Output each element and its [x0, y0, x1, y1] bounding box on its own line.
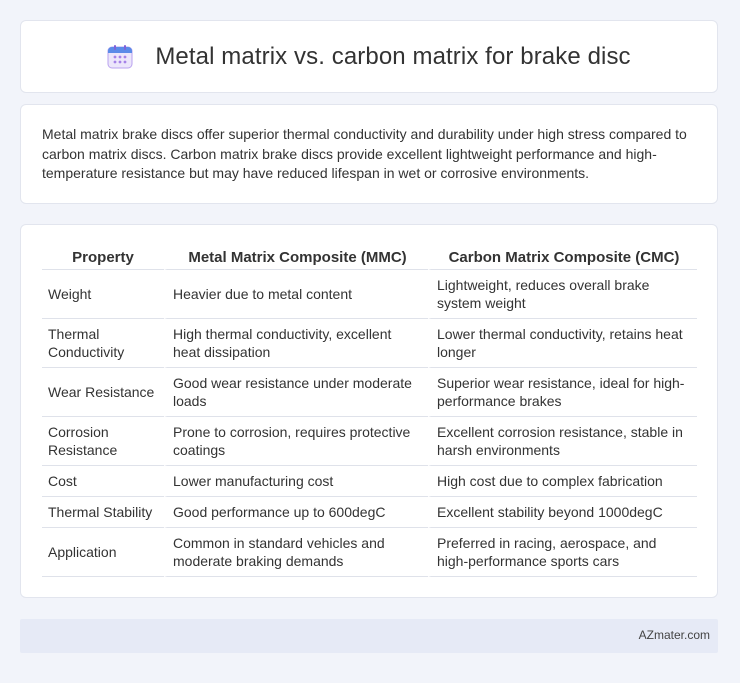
summary-card: Metal matrix brake discs offer superior … — [20, 104, 718, 204]
calendar-icon — [107, 44, 133, 69]
table-cell: Heavier due to metal content — [164, 270, 428, 319]
table-row: Cost Lower manufacturing cost High cost … — [42, 466, 697, 497]
table-row: Thermal Stability Good performance up to… — [42, 497, 697, 528]
table-cell: Excellent corrosion resistance, stable i… — [428, 417, 697, 466]
table-cell: Superior wear resistance, ideal for high… — [428, 368, 697, 417]
table-cell: Thermal Stability — [42, 497, 164, 528]
table-cell: Corrosion Resistance — [42, 417, 164, 466]
table-row: Corrosion Resistance Prone to corrosion,… — [42, 417, 697, 466]
table-cell: Weight — [42, 270, 164, 319]
table-cell: Wear Resistance — [42, 368, 164, 417]
page-title: Metal matrix vs. carbon matrix for brake… — [155, 42, 631, 70]
table-cell: Lightweight, reduces overall brake syste… — [428, 270, 697, 319]
table-row: Thermal Conductivity High thermal conduc… — [42, 319, 697, 368]
table-row: Wear Resistance Good wear resistance und… — [42, 368, 697, 417]
table-cell: High thermal conductivity, excellent hea… — [164, 319, 428, 368]
table-row: Weight Heavier due to metal content Ligh… — [42, 270, 697, 319]
column-header: Metal Matrix Composite (MMC) — [164, 242, 428, 270]
table-cell: High cost due to complex fabrication — [428, 466, 697, 497]
table-cell: Excellent stability beyond 1000degC — [428, 497, 697, 528]
table-cell: Good wear resistance under moderate load… — [164, 368, 428, 417]
column-header: Carbon Matrix Composite (CMC) — [428, 242, 697, 270]
footer-site-link[interactable]: AZmater.com — [639, 628, 710, 642]
table-cell: Lower thermal conductivity, retains heat… — [428, 319, 697, 368]
table-header-row: Property Metal Matrix Composite (MMC) Ca… — [42, 242, 697, 270]
comparison-table-card: Property Metal Matrix Composite (MMC) Ca… — [20, 224, 718, 598]
table-cell: Preferred in racing, aerospace, and high… — [428, 528, 697, 577]
table-cell: Prone to corrosion, requires protective … — [164, 417, 428, 466]
table-cell: Cost — [42, 466, 164, 497]
table-cell: Lower manufacturing cost — [164, 466, 428, 497]
summary-text: Metal matrix brake discs offer superior … — [42, 126, 687, 181]
title-card: Metal matrix vs. carbon matrix for brake… — [20, 20, 718, 93]
table-row: Application Common in standard vehicles … — [42, 528, 697, 577]
table-cell: Good performance up to 600degC — [164, 497, 428, 528]
table-cell: Thermal Conductivity — [42, 319, 164, 368]
table-cell: Application — [42, 528, 164, 577]
column-header: Property — [42, 242, 164, 270]
footer: AZmater.com — [20, 619, 718, 653]
table-cell: Common in standard vehicles and moderate… — [164, 528, 428, 577]
comparison-table: Property Metal Matrix Composite (MMC) Ca… — [42, 242, 697, 577]
